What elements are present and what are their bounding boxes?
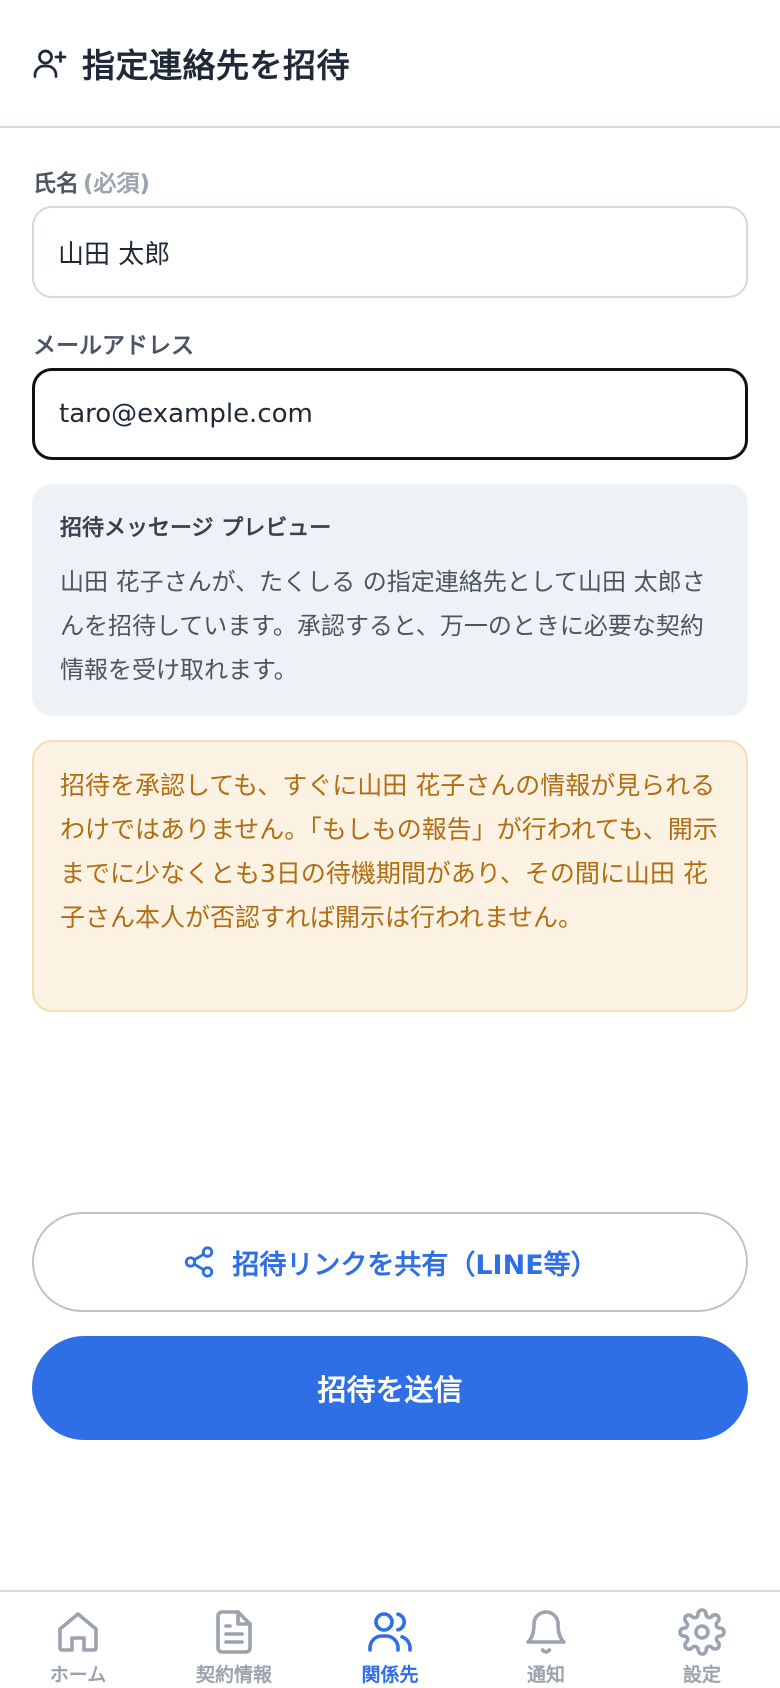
nav-label-notifications: 通知 (526, 1664, 565, 1686)
bell-icon (522, 1608, 570, 1656)
disclosure-notice-text: 招待を承認しても、すぐに山田 花子さんの情報が見られるわけではありません。「もし… (60, 771, 718, 932)
document-icon (210, 1608, 258, 1656)
nav-label-contacts: 関係先 (361, 1664, 419, 1686)
preview-title: 招待メッセージ プレビュー (60, 516, 332, 541)
app-root: 指定連絡先を招待 氏名 (必須) 山田 太郎 メールアドレス taro@examp… (0, 0, 780, 1688)
email-input[interactable]: taro@example.com (32, 368, 748, 460)
nav-item-contacts[interactable]: 関係先 (312, 1592, 468, 1687)
email-field-label: メールアドレス (33, 333, 194, 359)
nav-label-settings: 設定 (682, 1664, 721, 1686)
send-button-label: 招待を送信 (317, 1373, 463, 1407)
nav-item-settings[interactable]: 設定 (624, 1592, 780, 1687)
send-invite-button[interactable]: 招待を送信 (32, 1336, 748, 1440)
share-invite-link-button[interactable]: 招待リンクを共有（LINE等） (32, 1212, 748, 1312)
name-label-text: 氏名 (33, 171, 79, 197)
disclosure-notice-card: 招待を承認しても、すぐに山田 花子さんの情報が見られるわけではありません。「もし… (32, 740, 748, 1012)
name-field-label: 氏名 (必須) (33, 164, 150, 198)
home-icon (54, 1608, 102, 1656)
user-plus-icon (32, 45, 68, 81)
users-icon (366, 1608, 414, 1656)
nav-item-notifications[interactable]: 通知 (468, 1592, 624, 1687)
required-indicator: (必須) (83, 171, 151, 197)
preview-message: 山田 花子さんが、たくしる の指定連絡先として山田 太郎さんを招待しています。承… (60, 568, 706, 684)
share-icon (182, 1245, 216, 1279)
nav-label-contract-info: 契約情報 (195, 1664, 272, 1686)
name-input[interactable]: 山田 太郎 (32, 206, 748, 298)
bottom-navigation: ホーム 契約情報 関係先 通知 設定 (0, 1590, 780, 1688)
page-title: 指定連絡先を招待 (82, 46, 350, 85)
share-button-label: 招待リンクを共有（LINE等） (232, 1249, 598, 1281)
gear-icon (678, 1608, 726, 1656)
nav-label-home: ホーム (49, 1664, 107, 1686)
invitation-preview-card: 招待メッセージ プレビュー 山田 花子さんが、たくしる の指定連絡先として山田 … (32, 484, 748, 716)
page-header: 指定連絡先を招待 (0, 0, 780, 128)
nav-item-home[interactable]: ホーム (0, 1592, 156, 1687)
nav-item-contract-info[interactable]: 契約情報 (156, 1592, 312, 1687)
